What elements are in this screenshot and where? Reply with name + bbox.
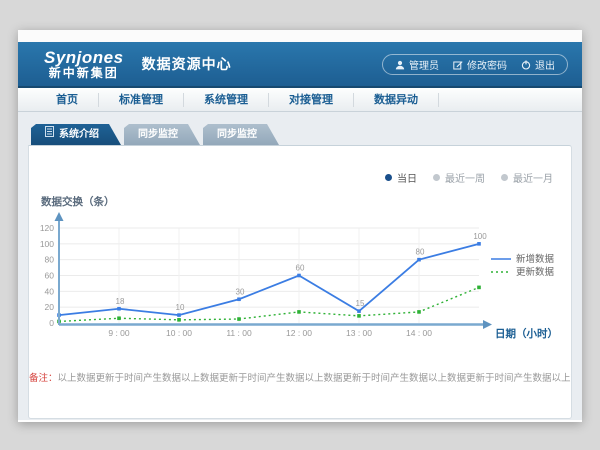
svg-text:18: 18 — [116, 297, 125, 306]
nav-item-home[interactable]: 首页 — [36, 93, 99, 107]
footnote-prefix: 备注： — [29, 373, 58, 384]
logout-label: 退出 — [535, 57, 555, 72]
svg-text:0: 0 — [49, 318, 54, 328]
footnote-text: 以上数据更新于时间产生数据以上数据更新于时间产生数据以上数据更新于时间产生数据以… — [58, 373, 571, 384]
radio-dot — [433, 174, 440, 181]
app-window: Synjones 新中新集团 数据资源中心 管理员 修改密码 退出 — [18, 30, 582, 422]
radio-today[interactable]: 当日 — [385, 170, 417, 185]
svg-text:20: 20 — [45, 302, 55, 312]
main-nav: 首页 标准管理 系统管理 对接管理 数据异动 — [18, 88, 582, 112]
page-top-strip — [18, 30, 582, 42]
power-icon — [521, 60, 531, 70]
content-area: 系统介绍 同步监控 同步监控 当日 最近一周 — [18, 112, 582, 420]
svg-text:11 : 00: 11 : 00 — [226, 328, 252, 338]
nav-item-standards[interactable]: 标准管理 — [99, 93, 184, 107]
svg-text:120: 120 — [40, 223, 54, 233]
tab-label: 同步监控 — [217, 124, 257, 145]
tab-sync-monitor-2[interactable]: 同步监控 — [203, 124, 279, 145]
radio-last-week[interactable]: 最近一周 — [433, 170, 485, 185]
svg-text:100: 100 — [40, 239, 54, 249]
document-icon — [45, 124, 54, 145]
svg-text:9 : 00: 9 : 00 — [108, 328, 130, 338]
svg-text:80: 80 — [416, 248, 425, 257]
radio-dot — [501, 174, 508, 181]
nav-item-system[interactable]: 系统管理 — [184, 93, 269, 107]
data-exchange-line-chart: 0 20 40 60 80 100 120 9 : 00 10 : 00 11 : 00 12 : … — [33, 210, 569, 365]
svg-text:30: 30 — [236, 287, 245, 296]
nav-item-interface[interactable]: 对接管理 — [269, 93, 354, 107]
radio-last-week-label: 最近一周 — [445, 170, 485, 185]
app-header: Synjones 新中新集团 数据资源中心 管理员 修改密码 退出 — [18, 42, 582, 88]
tab-system-intro[interactable]: 系统介绍 — [31, 124, 121, 145]
tab-label: 系统介绍 — [59, 124, 99, 145]
svg-text:新增数据: 新增数据 — [516, 253, 555, 265]
svg-text:60: 60 — [296, 264, 305, 273]
svg-text:100: 100 — [473, 232, 487, 241]
svg-text:10 : 00: 10 : 00 — [166, 328, 192, 338]
page-title: 数据资源中心 — [142, 54, 232, 74]
logout-button[interactable]: 退出 — [521, 57, 555, 72]
logo-brand-text: Synjones — [44, 49, 124, 67]
svg-text:日期（小时）: 日期（小时） — [495, 327, 558, 340]
svg-text:13 : 00: 13 : 00 — [346, 328, 372, 338]
svg-text:14 : 00: 14 : 00 — [406, 328, 432, 338]
radio-today-label: 当日 — [397, 170, 417, 185]
logo-company-name: 新中新集团 — [44, 67, 124, 80]
nav-item-changes[interactable]: 数据异动 — [354, 93, 439, 107]
user-account-label: 管理员 — [409, 57, 439, 72]
user-icon — [395, 60, 405, 70]
user-menu: 管理员 修改密码 退出 — [382, 54, 568, 75]
radio-dot-selected — [385, 174, 392, 181]
change-password-label: 修改密码 — [467, 57, 507, 72]
edit-icon — [453, 60, 463, 70]
line-chart-svg: 0 20 40 60 80 100 120 9 : 00 10 : 00 11 : 00 12 : … — [33, 210, 569, 360]
chart-panel: 当日 最近一周 最近一月 数据交换（条） 0 20 40 60 80 100 120 9 : … — [28, 145, 572, 419]
svg-text:80: 80 — [45, 255, 55, 265]
tab-sync-monitor-1[interactable]: 同步监控 — [124, 124, 200, 145]
y-axis-title: 数据交换（条） — [41, 194, 115, 209]
time-range-selector: 当日 最近一周 最近一月 — [385, 170, 553, 185]
user-account-button[interactable]: 管理员 — [395, 57, 439, 72]
svg-text:40: 40 — [45, 286, 55, 296]
company-logo: Synjones 新中新集团 — [44, 49, 124, 79]
footnote: 备注：以上数据更新于时间产生数据以上数据更新于时间产生数据以上数据更新于时间产生… — [29, 370, 571, 384]
tab-strip: 系统介绍 同步监控 同步监控 — [28, 124, 572, 145]
radio-last-month-label: 最近一月 — [513, 170, 553, 185]
svg-text:12 : 00: 12 : 00 — [286, 328, 312, 338]
change-password-button[interactable]: 修改密码 — [453, 57, 507, 72]
svg-text:更新数据: 更新数据 — [516, 266, 555, 278]
svg-text:15: 15 — [356, 299, 365, 308]
radio-last-month[interactable]: 最近一月 — [501, 170, 553, 185]
svg-text:10: 10 — [176, 303, 185, 312]
svg-text:60: 60 — [45, 271, 55, 281]
tab-label: 同步监控 — [138, 124, 178, 145]
